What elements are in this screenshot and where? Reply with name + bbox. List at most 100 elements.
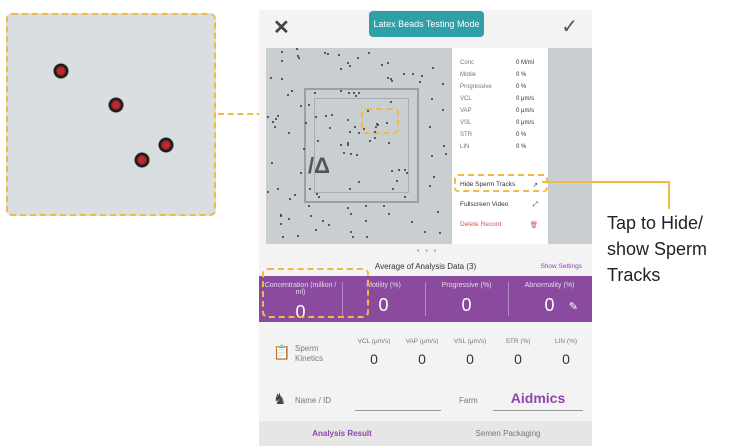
delete-button[interactable]: Delete Record 🗑: [460, 221, 542, 229]
next-video-preview[interactable]: [556, 48, 592, 244]
clipboard-icon: 📋: [273, 344, 291, 360]
particle-dot: [350, 213, 352, 215]
particle-dot: [432, 67, 434, 69]
particle-dot: [431, 98, 433, 100]
fullscreen-button[interactable]: Fullscreen Video ⤢: [460, 201, 542, 208]
metric-row: VSL 0 μm/s: [460, 120, 535, 126]
particle-dot: [277, 188, 279, 190]
particle-dot: [375, 126, 377, 128]
particle-dot: [404, 169, 406, 171]
tracks-highlight: [454, 174, 548, 192]
particle-dot: [443, 145, 445, 147]
app-screen: ✕ Latex Beads Testing Mode ✓ /Δ Conc 0 M/…: [259, 10, 592, 446]
pencil-icon[interactable]: ✎: [569, 300, 578, 313]
bottom-tabs: Analysis Result Semen Packaging: [259, 421, 592, 446]
particle-dot: [352, 236, 354, 238]
metric-row: Progressive 0 %: [460, 84, 527, 90]
show-settings-link[interactable]: Show Settings: [540, 263, 582, 270]
particle-dot: [308, 104, 310, 106]
particle-dot: [300, 105, 302, 107]
metric-row: LIN 0 %: [460, 144, 527, 150]
record-form: ♞ Name / ID Farm Aidmics: [259, 382, 592, 418]
tab-semen-packaging[interactable]: Semen Packaging: [425, 429, 591, 438]
particle-dot: [376, 123, 378, 125]
farm-label: Farm: [459, 396, 478, 405]
zoomed-beads-image: [6, 13, 216, 216]
particle-dot: [412, 73, 414, 75]
particle-dot: [270, 77, 272, 79]
particle-dot: [391, 80, 393, 82]
particle-dot: [315, 116, 317, 118]
metric-row: VCL 0 μm/s: [460, 96, 535, 102]
particle-dot: [327, 53, 329, 55]
particle-dot: [388, 142, 390, 144]
particle-dot: [308, 205, 310, 207]
metrics-panel: Conc 0 M/ml Motile 0 % Progressive 0 % VCL 0…: [452, 48, 548, 244]
horse-icon: ♞: [273, 391, 287, 408]
particle-dot: [396, 180, 398, 182]
tab-analysis-result[interactable]: Analysis Result: [259, 429, 425, 438]
name-label: Name / ID: [295, 396, 332, 405]
metric-row: Conc 0 M/ml: [460, 60, 534, 66]
particle-dot: [343, 152, 345, 154]
particle-dot: [356, 154, 358, 156]
metric-row: STR 0 %: [460, 132, 527, 138]
particle-dot: [305, 122, 307, 124]
kinetics-row: 📋 Sperm Kinetics VCL (μm/s) 0 VAP (μm/s) 0 …: [259, 330, 592, 380]
kinetics-title: Sperm Kinetics: [295, 344, 324, 363]
particle-dot: [374, 131, 376, 133]
close-icon[interactable]: ✕: [273, 15, 290, 40]
particle-dot: [442, 83, 444, 85]
name-input[interactable]: [355, 410, 441, 411]
kinetics-vcl: VCL (μm/s) 0: [357, 338, 391, 367]
particle-dot: [355, 95, 357, 97]
particle-dot: [325, 115, 327, 117]
particle-dot: [298, 57, 300, 59]
particle-dot: [381, 64, 383, 66]
particle-dot: [272, 121, 274, 123]
particle-dot: [354, 126, 356, 128]
kinetics-str: STR (%) 0: [505, 338, 531, 367]
particle-dot: [329, 127, 331, 129]
particle-dot: [309, 188, 311, 190]
particle-dot: [288, 132, 290, 134]
mode-button[interactable]: Latex Beads Testing Mode: [369, 11, 484, 37]
particle-dot: [297, 235, 299, 237]
particle-dot: [353, 92, 355, 94]
particle-dot: [340, 144, 342, 146]
particle-dot: [318, 196, 320, 198]
particle-dot: [282, 236, 284, 238]
particle-dot: [281, 60, 283, 62]
particle-dot: [300, 172, 302, 174]
particle-dot: [365, 220, 367, 222]
particle-dot: [347, 144, 349, 146]
bead: [158, 137, 174, 153]
check-icon[interactable]: ✓: [561, 14, 578, 39]
farm-input[interactable]: Aidmics: [493, 390, 583, 406]
particle-dot: [366, 236, 368, 238]
kinetics-vap: VAP (μm/s) 0: [405, 338, 439, 367]
kinetics-vsl: VSL (μm/s) 0: [453, 338, 487, 367]
particle-dot: [294, 194, 296, 196]
particle-dot: [347, 62, 349, 64]
callout-line: [668, 181, 670, 209]
particle-dot: [349, 188, 351, 190]
particle-dot: [390, 101, 392, 103]
particle-dot: [374, 137, 376, 139]
particle-dot: [349, 65, 351, 67]
callout-line: [542, 181, 670, 183]
particle-dot: [338, 54, 340, 56]
particle-dot: [363, 128, 365, 130]
bead: [134, 152, 150, 168]
particle-dot: [442, 109, 444, 111]
particle-dot: [271, 162, 273, 164]
particle-dot: [340, 90, 342, 92]
stat-abnormality: Abnormality (%) 0: [524, 282, 575, 315]
metric-row: VAP 0 μm/s: [460, 108, 535, 114]
particle-dot: [424, 231, 426, 233]
callout-text: Tap to Hide/ show Sperm Tracks: [607, 213, 708, 285]
particle-dot: [288, 218, 290, 220]
particle-dot: [289, 198, 291, 200]
particle-dot: [267, 191, 269, 193]
particle-dot: [348, 92, 350, 94]
